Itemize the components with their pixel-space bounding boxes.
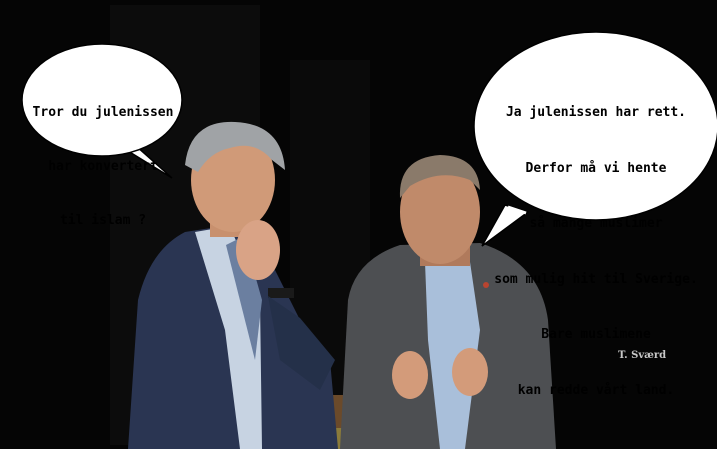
right-speech-line: Ja julenissen har rett. [505,105,686,120]
right-speech-line: Bare muslimene [541,327,651,342]
right-speech-text: Ja julenissen har rett. Derfor må vi hen… [485,67,707,437]
right-man-right-hand [452,348,488,396]
left-speech-line: har konvertert [48,159,158,174]
right-speech-line: Derfor må vi hente [525,160,667,176]
left-speech-text: Tror du julenissen har konvertert til is… [18,68,188,266]
artist-signature: T. Sværd [618,350,667,361]
cartoon-stage: Tror du julenissen har konvertert til is… [0,0,717,449]
left-speech-line: Tror du julenissen [32,105,174,120]
right-speech-line: kan redde vårt land. [517,382,675,398]
right-speech-line: så mange muslimer [529,216,663,231]
left-man-hand [236,220,280,280]
wristwatch [268,288,294,298]
left-speech-line: til islam ? [59,213,147,228]
right-man-left-hand [392,351,428,399]
right-speech-line: som mulig hit til Sverige. [494,271,698,287]
